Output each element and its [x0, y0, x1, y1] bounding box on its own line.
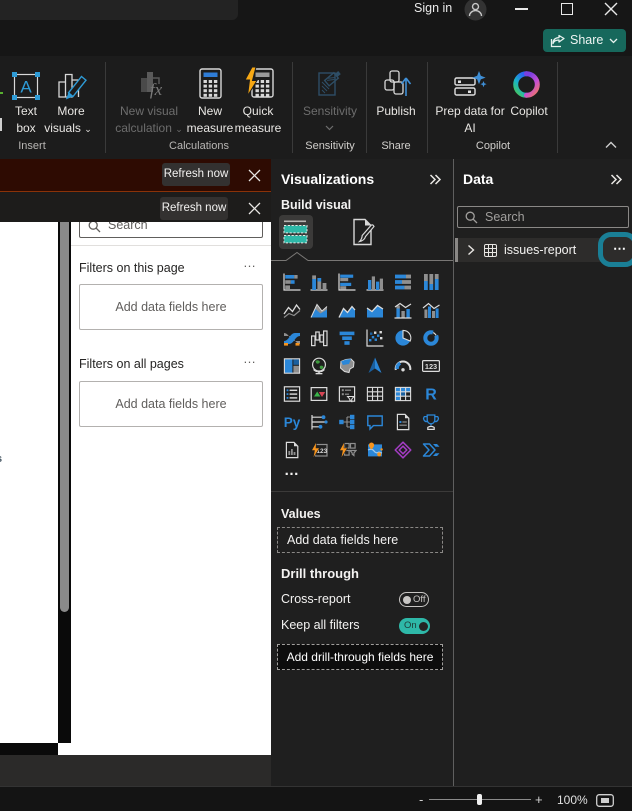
svg-text:R: R	[425, 386, 437, 403]
svg-text:fx: fx	[150, 80, 163, 99]
svg-text:A: A	[20, 78, 32, 97]
svg-text:123: 123	[425, 362, 437, 371]
svg-text:Py: Py	[283, 415, 300, 430]
